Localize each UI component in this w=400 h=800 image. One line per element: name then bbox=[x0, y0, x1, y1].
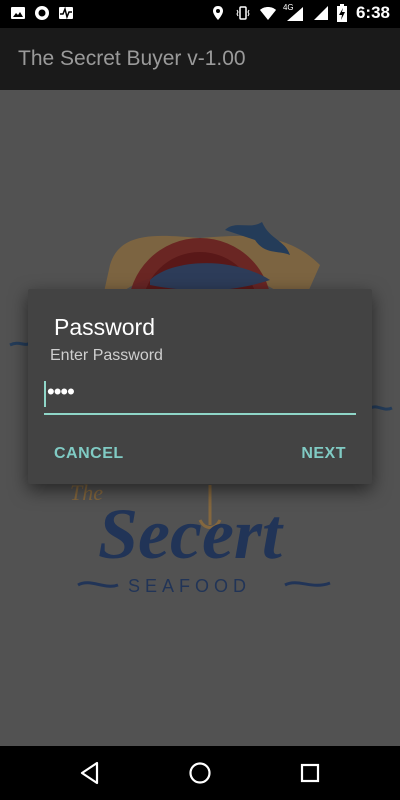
signal-icon: 4G bbox=[283, 3, 303, 21]
navigation-bar bbox=[0, 746, 400, 800]
circle-record-icon bbox=[35, 6, 49, 20]
back-icon[interactable] bbox=[77, 760, 103, 786]
next-button[interactable]: NEXT bbox=[301, 445, 346, 463]
location-icon bbox=[212, 6, 223, 20]
dialog-message: Enter Password bbox=[50, 347, 163, 364]
dialog-title: Password bbox=[54, 314, 155, 340]
wifi-icon bbox=[259, 7, 276, 20]
recents-icon[interactable] bbox=[297, 760, 323, 786]
clock: 6:38 bbox=[355, 3, 390, 22]
status-bar: 4G 6:38 bbox=[0, 0, 400, 28]
battery-charging-icon bbox=[336, 4, 347, 22]
logo-brand-text: Secert bbox=[98, 494, 284, 574]
password-dialog: Password Enter Password •••• CANCEL NEXT bbox=[28, 289, 372, 484]
vibrate-icon bbox=[236, 6, 250, 20]
app-title: The Secret Buyer v-1.00 bbox=[18, 47, 246, 70]
logo-sub-text: SEAFOOD bbox=[128, 576, 251, 596]
text-cursor bbox=[44, 381, 46, 407]
signal-2-icon bbox=[313, 6, 328, 20]
app-bar: The Secret Buyer v-1.00 bbox=[0, 28, 400, 90]
password-input[interactable]: •••• bbox=[44, 377, 356, 415]
home-icon[interactable] bbox=[187, 760, 213, 786]
password-value: •••• bbox=[47, 379, 75, 404]
image-icon bbox=[11, 7, 25, 19]
activity-icon bbox=[59, 6, 73, 20]
cancel-button[interactable]: CANCEL bbox=[54, 445, 124, 463]
